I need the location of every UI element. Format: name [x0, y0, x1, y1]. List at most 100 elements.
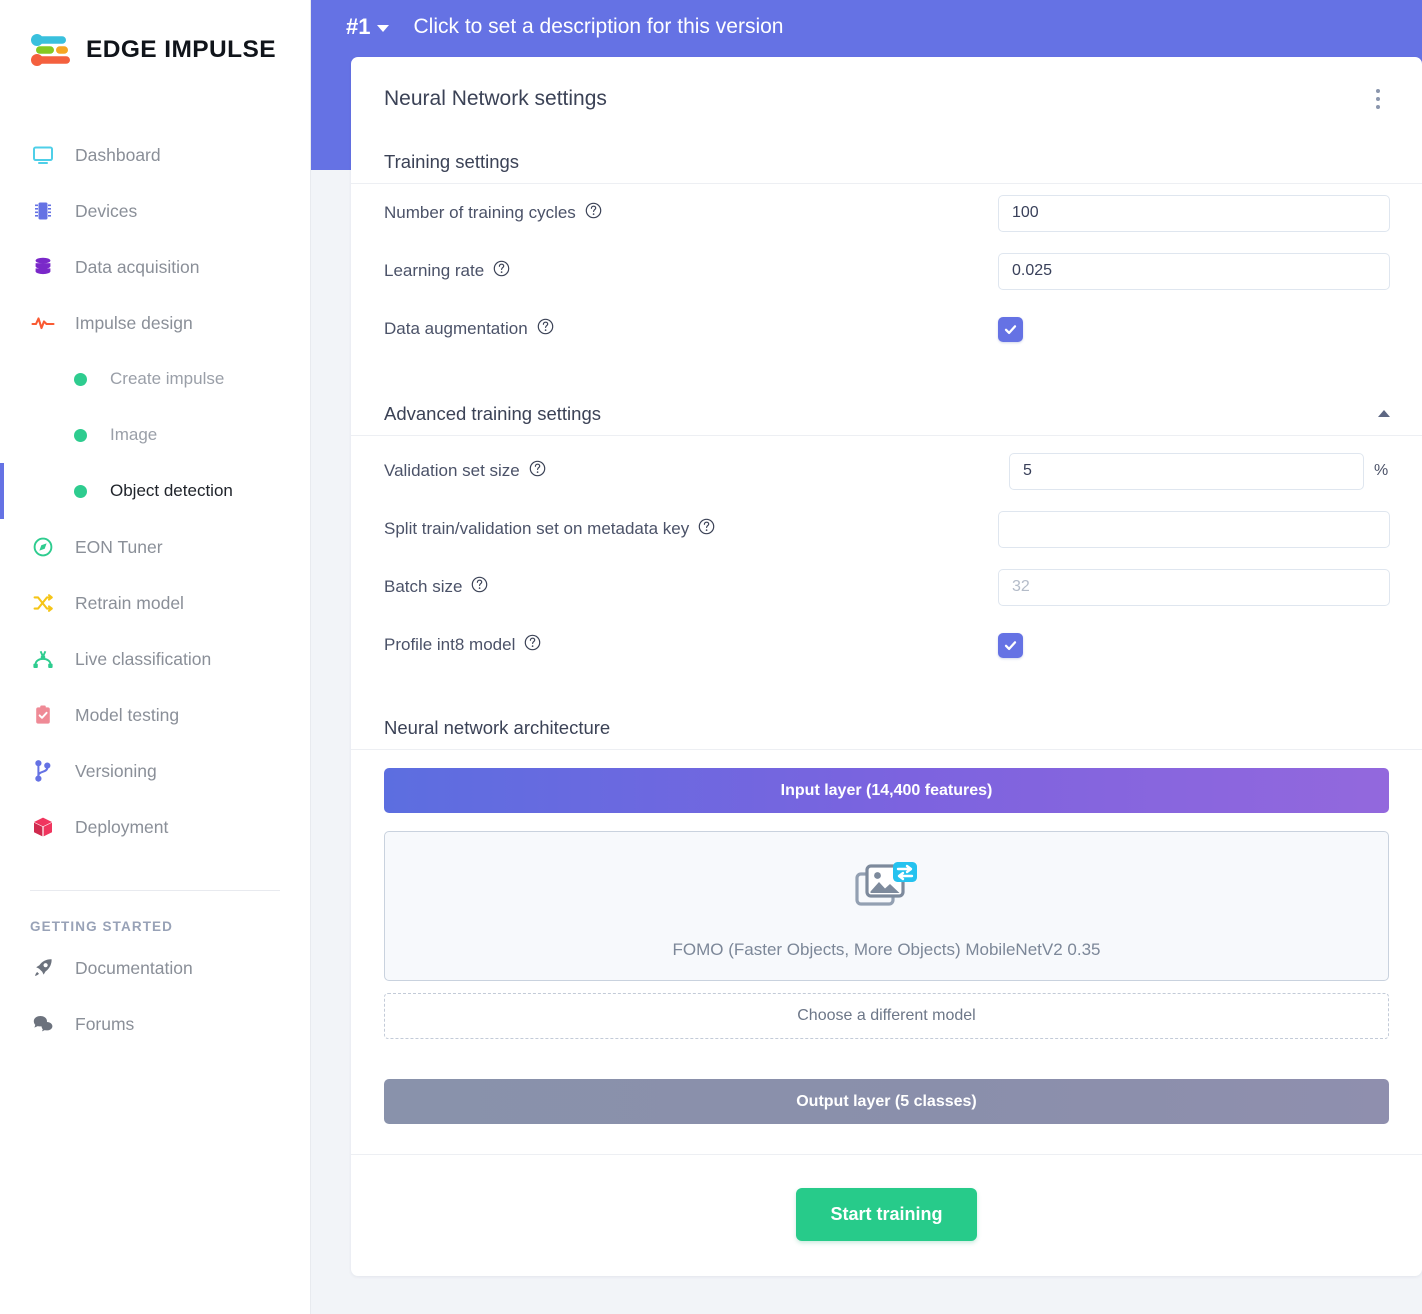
sidebar-item-versioning[interactable]: Versioning: [0, 743, 310, 799]
pulse-icon: [30, 310, 56, 336]
sidebar-item-label: Live classification: [75, 649, 211, 670]
sidebar-item-impulse-design[interactable]: Impulse design: [0, 295, 310, 351]
cube-icon: [30, 814, 56, 840]
architecture-header: Neural network architecture: [351, 706, 1422, 750]
dot-icon: [74, 485, 87, 498]
sidebar-item-deployment[interactable]: Deployment: [0, 799, 310, 855]
rocket-icon: [30, 955, 56, 981]
chevron-down-icon: [377, 25, 389, 32]
sidebar-item-eon-tuner[interactable]: EON Tuner: [0, 519, 310, 575]
profile-int8-checkbox[interactable]: [998, 633, 1023, 658]
sidebar-item-documentation[interactable]: Documentation: [0, 940, 310, 996]
field-label: Batch size: [384, 576, 488, 598]
model-name: FOMO (Faster Objects, More Objects) Mobi…: [385, 940, 1388, 960]
section-title: Advanced training settings: [384, 403, 601, 425]
chevron-up-icon[interactable]: [1378, 410, 1390, 417]
field-label: Split train/validation set on metadata k…: [384, 518, 715, 540]
data-augmentation-checkbox[interactable]: [998, 317, 1023, 342]
sidebar-item-label: Versioning: [75, 761, 157, 782]
section-title: Training settings: [384, 151, 519, 173]
sidebar-nav: Dashboard Devices: [0, 127, 310, 1052]
sidebar-section-getting-started: GETTING STARTED: [30, 919, 310, 934]
database-icon: [30, 254, 56, 280]
field-profile-int8-model: Profile int8 model: [351, 616, 1422, 674]
training-cycles-input[interactable]: 100: [998, 195, 1390, 232]
sidebar-item-data-acquisition[interactable]: Data acquisition: [0, 239, 310, 295]
field-data-augmentation: Data augmentation: [351, 300, 1422, 358]
git-branch-icon: [30, 758, 56, 784]
sidebar-item-create-impulse[interactable]: Create impulse: [0, 351, 310, 407]
sidebar-item-forums[interactable]: Forums: [0, 996, 310, 1052]
start-training-row: Start training: [351, 1154, 1422, 1276]
sidebar-item-object-detection[interactable]: Object detection: [0, 463, 310, 519]
split-metadata-key-input[interactable]: [998, 511, 1390, 548]
network-icon: [30, 646, 56, 672]
sidebar-item-label: Data acquisition: [75, 257, 200, 278]
help-circle-icon[interactable]: [529, 460, 546, 482]
sidebar-item-devices[interactable]: Devices: [0, 183, 310, 239]
percent-suffix: %: [1374, 462, 1390, 480]
clipboard-check-icon: [30, 702, 56, 728]
help-circle-icon[interactable]: [698, 518, 715, 540]
help-circle-icon[interactable]: [537, 318, 554, 340]
version-description[interactable]: Click to set a description for this vers…: [413, 15, 783, 39]
version-selector[interactable]: #1: [346, 14, 389, 40]
chat-icon: [30, 1011, 56, 1037]
sidebar-item-label: Object detection: [110, 481, 233, 501]
help-circle-icon[interactable]: [493, 260, 510, 282]
field-batch-size: Batch size 32: [351, 558, 1422, 616]
field-validation-set-size: Validation set size 5 %: [351, 442, 1422, 500]
sidebar-item-label: Image: [110, 425, 157, 445]
image-transfer-icon: [385, 858, 1388, 914]
start-training-button[interactable]: Start training: [796, 1188, 976, 1241]
edge-impulse-logo-icon: [30, 33, 74, 67]
field-label: Profile int8 model: [384, 634, 541, 656]
choose-different-model-button[interactable]: Choose a different model: [384, 993, 1389, 1039]
dot-icon: [74, 429, 87, 442]
sidebar-item-image[interactable]: Image: [0, 407, 310, 463]
brand-name: EDGE IMPULSE: [86, 36, 276, 64]
kebab-menu-icon[interactable]: [1366, 86, 1390, 112]
sidebar-item-label: Create impulse: [110, 369, 224, 389]
sidebar-item-live-classification[interactable]: Live classification: [0, 631, 310, 687]
section-title: Neural network architecture: [384, 717, 610, 739]
sidebar-item-label: Deployment: [75, 817, 168, 838]
selected-model-box[interactable]: FOMO (Faster Objects, More Objects) Mobi…: [384, 831, 1389, 981]
field-label: Number of training cycles: [384, 202, 602, 224]
sidebar-item-retrain-model[interactable]: Retrain model: [0, 575, 310, 631]
sidebar-item-label: Retrain model: [75, 593, 184, 614]
chip-icon: [30, 198, 56, 224]
compass-icon: [30, 534, 56, 560]
field-label: Learning rate: [384, 260, 510, 282]
field-label: Validation set size: [384, 460, 546, 482]
help-circle-icon[interactable]: [471, 576, 488, 598]
sidebar-divider: [30, 890, 280, 891]
neural-network-settings-card: Neural Network settings Training setting…: [351, 57, 1422, 1276]
brand-logo[interactable]: EDGE IMPULSE: [0, 0, 310, 67]
sidebar-item-label: EON Tuner: [75, 537, 163, 558]
field-number-of-training-cycles: Number of training cycles 100: [351, 184, 1422, 242]
sidebar-item-label: Impulse design: [75, 313, 193, 334]
sidebar: EDGE IMPULSE Dashboard: [0, 0, 311, 1314]
field-split-metadata-key: Split train/validation set on metadata k…: [351, 500, 1422, 558]
input-layer-bar: Input layer (14,400 features): [384, 768, 1389, 813]
sidebar-item-label: Model testing: [75, 705, 179, 726]
validation-set-size-input[interactable]: 5: [1009, 453, 1364, 490]
field-label: Data augmentation: [384, 318, 554, 340]
sidebar-item-dashboard[interactable]: Dashboard: [0, 127, 310, 183]
architecture-body: Input layer (14,400 features): [351, 750, 1422, 1136]
training-settings-header: Training settings: [351, 140, 1422, 184]
help-circle-icon[interactable]: [524, 634, 541, 656]
advanced-settings-header[interactable]: Advanced training settings: [351, 392, 1422, 436]
learning-rate-input[interactable]: 0.025: [998, 253, 1390, 290]
output-layer-bar: Output layer (5 classes): [384, 1079, 1389, 1124]
field-learning-rate: Learning rate 0.025: [351, 242, 1422, 300]
main-area: #1 Click to set a description for this v…: [311, 0, 1422, 1314]
batch-size-input[interactable]: 32: [998, 569, 1390, 606]
sidebar-item-label: Devices: [75, 201, 137, 222]
help-circle-icon[interactable]: [585, 202, 602, 224]
sidebar-item-model-testing[interactable]: Model testing: [0, 687, 310, 743]
monitor-icon: [30, 142, 56, 168]
sidebar-item-label: Dashboard: [75, 145, 161, 166]
shuffle-icon: [30, 590, 56, 616]
